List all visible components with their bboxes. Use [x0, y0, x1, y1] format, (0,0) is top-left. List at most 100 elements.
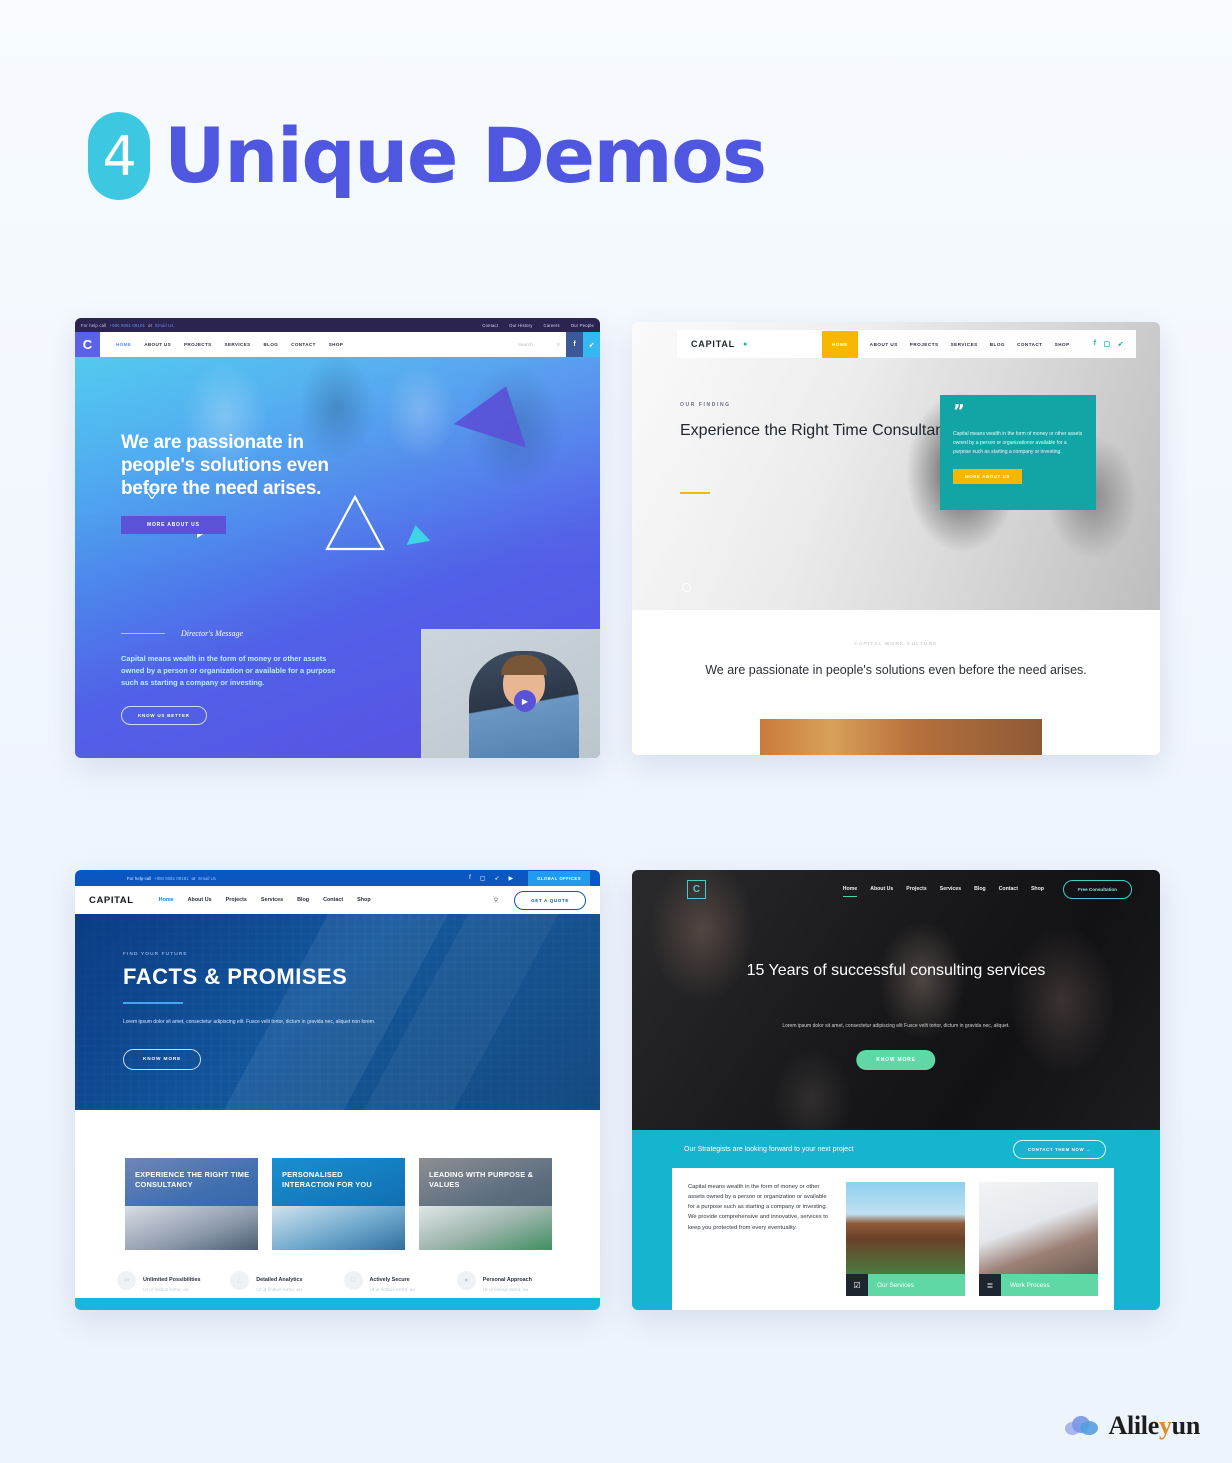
demo2-nav-item-blog[interactable]: BLOG	[990, 342, 1005, 347]
demo4-navbar: C Home About Us Projects Services Blog C…	[632, 876, 1160, 902]
demo1-help-label: For help call	[81, 322, 107, 328]
demo3-feature-subtitle: Ut ut finibus tortor, eu	[369, 1288, 416, 1293]
demo1-search-input[interactable]: Search	[518, 342, 533, 347]
demo1-director-header: Director's Message	[121, 629, 351, 638]
demo2-nav-item-projects[interactable]: PROJECTS	[910, 342, 939, 347]
person-icon: ●	[456, 1271, 476, 1290]
play-icon[interactable]: ▶	[514, 690, 536, 712]
demo1-phone[interactable]: +080 9081 09191	[109, 323, 145, 328]
demo3-nav-menu: Home About Us Projects Services Blog Con…	[159, 897, 371, 903]
page-header: 4 Unique Demos	[88, 112, 767, 200]
twitter-icon[interactable]: ➶	[1118, 340, 1124, 348]
demo1-topbar-link[interactable]: Careers	[544, 323, 560, 328]
demo3-card[interactable]: PERSONALISED INTERACTION FOR YOU	[272, 1158, 405, 1250]
demo1-topbar-link[interactable]: Our People	[571, 323, 594, 328]
demo4-tile-bar: ☑ Our Services	[845, 1274, 965, 1296]
demo1-nav-item-home[interactable]: HOME	[116, 342, 131, 347]
demo4-nav-item-home[interactable]: Home	[842, 886, 858, 897]
demo1-navbar: C HOME ABOUT US PROJECTS SERVICES BLOG C…	[75, 332, 600, 357]
demo2-scroll-indicator[interactable]	[682, 583, 691, 592]
demo4-hero-button[interactable]: KNOW MORE	[856, 1050, 936, 1070]
demo4-logo[interactable]: C	[687, 879, 706, 899]
demo1-email-link[interactable]: Email Us	[155, 323, 173, 328]
demo3-underline-accent	[123, 1002, 183, 1004]
demo3-card[interactable]: EXPERIENCE THE RIGHT TIME CONSULTANCY	[125, 1158, 258, 1250]
location-pin-icon[interactable]: ●	[743, 341, 747, 348]
search-icon[interactable]: ⚲	[494, 897, 498, 904]
demo2-nav-item-about[interactable]: ABOUT US	[870, 342, 898, 347]
twitter-icon[interactable]: ➶	[583, 332, 600, 357]
demo2-nav-item-home[interactable]: HOME	[822, 330, 858, 358]
demo3-nav-item-home[interactable]: Home	[159, 897, 174, 903]
footer-brand-logo[interactable]: Alileyun	[1065, 1411, 1200, 1441]
demo2-quote-text: Capital means wealth in the form of mone…	[953, 430, 1083, 456]
facebook-icon[interactable]: f	[566, 332, 583, 357]
demo3-nav-item-contact[interactable]: Contact	[323, 897, 343, 903]
demo3-hero-heading: FACTS & PROMISES	[123, 964, 348, 989]
demo3-email-link[interactable]: Email Us	[198, 876, 216, 881]
demo3-card[interactable]: LEADING WITH PURPOSE & VALUES	[419, 1158, 552, 1250]
demo4-cta-button[interactable]: CONTACT THEM NOW →	[1012, 1139, 1106, 1159]
demo1-topbar-contact: For help call +080 9081 09191 or Email U…	[81, 323, 174, 328]
demo4-nav-item-shop[interactable]: Shop	[1031, 886, 1044, 892]
demo4-hero-photo	[632, 870, 1160, 1130]
brand-suffix: un	[1171, 1411, 1201, 1440]
demo1-nav-item-blog[interactable]: BLOG	[264, 342, 279, 347]
infinity-icon: ∞	[117, 1271, 136, 1290]
demo2-logo[interactable]: CAPITAL	[691, 339, 735, 349]
demo4-tile-services[interactable]: ☑ Our Services	[845, 1182, 965, 1296]
demo3-quote-button[interactable]: GET A QUOTE	[514, 890, 586, 910]
demo3-nav-item-about[interactable]: About Us	[188, 897, 212, 903]
demo4-nav-item-contact[interactable]: Contact	[999, 886, 1018, 892]
demo1-topbar-link[interactable]: Our History	[509, 323, 532, 328]
demo3-nav-item-blog[interactable]: Blog	[297, 897, 309, 903]
demo4-tile-work-process[interactable]: ≣ Work Process	[978, 1182, 1098, 1296]
demo1-topbar-links: Contact Our History Careers Our People	[482, 323, 594, 328]
demo4-panel-section: Capital means wealth in the form of mone…	[632, 1168, 1160, 1310]
demo-preview-3[interactable]: For help-call +080 9081 09191 or Email U…	[75, 870, 600, 1310]
demo1-nav-item-shop[interactable]: SHOP	[329, 342, 343, 347]
demo3-card-image	[125, 1206, 258, 1250]
demo4-consultation-button[interactable]: Free Consultation	[1062, 879, 1132, 899]
demo1-nav-item-services[interactable]: SERVICES	[225, 342, 251, 347]
demo-preview-4[interactable]: C Home About Us Projects Services Blog C…	[632, 870, 1160, 1310]
demo4-nav-menu: Home About Us Projects Services Blog Con…	[842, 879, 1160, 899]
demo1-logo[interactable]: C	[75, 332, 100, 357]
search-icon[interactable]: ⚲	[557, 342, 560, 348]
demo-preview-1[interactable]: For help call +080 9081 09191 or Email U…	[75, 318, 600, 758]
demo1-director-button[interactable]: KNOW US BETTER	[121, 705, 207, 725]
demo1-nav-item-contact[interactable]: CONTACT	[291, 342, 316, 347]
demo2-nav-item-services[interactable]: SERVICES	[951, 342, 978, 347]
demo2-nav-item-shop[interactable]: SHOP	[1055, 342, 1070, 347]
demo-preview-2[interactable]: CAPITAL ● HOME ABOUT US PROJECTS SERVICE…	[632, 322, 1160, 755]
demo3-nav-item-shop[interactable]: Shop	[357, 897, 370, 903]
demo3-global-offices-button[interactable]: GLOBAL OFFICES	[528, 870, 590, 886]
instagram-icon[interactable]: ▢	[480, 875, 486, 882]
facebook-icon[interactable]: f	[469, 875, 471, 881]
youtube-icon[interactable]: ▶	[508, 875, 513, 882]
demo3-phone[interactable]: +080 9081 09191	[154, 876, 188, 881]
demo1-topbar-link[interactable]: Contact	[482, 323, 498, 328]
demo1-nav-item-about[interactable]: ABOUT US	[144, 342, 171, 347]
demo2-quote-button[interactable]: MORE ABOUT US	[953, 468, 1022, 484]
demo3-nav-item-projects[interactable]: Projects	[226, 897, 247, 903]
demo1-video-card[interactable]: ▶	[421, 629, 600, 758]
demo1-hero: We are passionate in people's solutions …	[75, 357, 600, 758]
demo3-nav-item-services[interactable]: Services	[261, 897, 283, 903]
demo4-hero-paragraph: Lorem ipsum dolor sit amet, consectetur …	[782, 1023, 1010, 1029]
twitter-icon[interactable]: ➶	[494, 875, 499, 882]
demo4-tile-bar: ≣ Work Process	[978, 1274, 1098, 1296]
demo-count-badge: 4	[88, 112, 150, 200]
demo1-hero-button[interactable]: MORE ABOUT US	[121, 516, 226, 535]
demo3-hero-button[interactable]: KNOW MORE	[123, 1049, 202, 1070]
demo4-nav-item-services[interactable]: Services	[940, 886, 961, 892]
demo1-nav-item-projects[interactable]: PROJECTS	[184, 342, 212, 347]
demo4-nav-item-about[interactable]: About Us	[870, 886, 893, 892]
demo4-nav-item-blog[interactable]: Blog	[974, 886, 986, 892]
demo1-topbar: For help call +080 9081 09191 or Email U…	[75, 318, 600, 332]
demo4-nav-item-projects[interactable]: Projects	[906, 886, 926, 892]
demo2-nav-item-contact[interactable]: CONTACT	[1017, 342, 1043, 347]
instagram-icon[interactable]: ▢	[1104, 340, 1111, 348]
facebook-icon[interactable]: f	[1094, 340, 1097, 348]
demo3-logo[interactable]: CAPITAL	[89, 895, 134, 906]
